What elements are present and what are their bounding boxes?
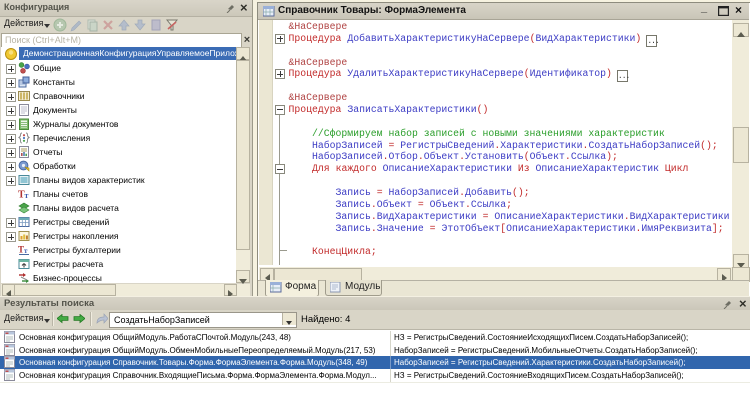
svg-text:т: т [24, 247, 28, 255]
svg-text:т: т [25, 191, 29, 200]
